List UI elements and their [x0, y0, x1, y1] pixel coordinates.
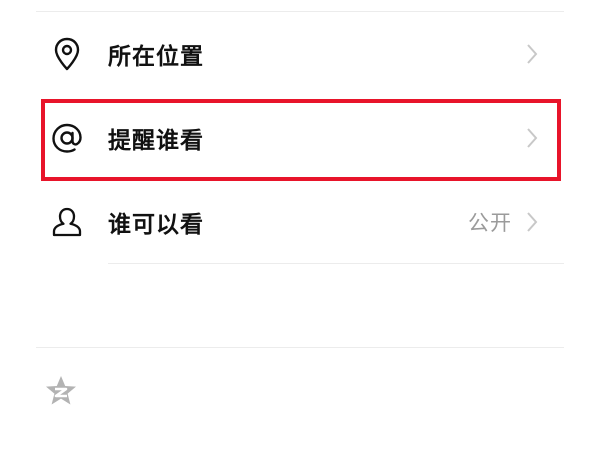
highlight-annotation-box: [41, 99, 561, 181]
visibility-value: 公开: [468, 211, 512, 235]
qzone-star-icon[interactable]: [44, 374, 78, 408]
post-options-screen: 所在位置 提醒谁看 谁可以看 公开: [0, 0, 600, 450]
who-can-see-label: 谁可以看: [108, 212, 204, 238]
bottom-divider: [36, 347, 564, 348]
person-icon: [50, 205, 84, 239]
location-label: 所在位置: [108, 44, 204, 70]
chevron-right-icon: [524, 42, 540, 66]
location-row[interactable]: 所在位置: [36, 22, 564, 86]
who-can-see-row[interactable]: 谁可以看 公开: [36, 190, 564, 254]
chevron-right-icon: [524, 210, 540, 234]
location-pin-icon: [50, 37, 84, 71]
section-divider: [108, 263, 564, 264]
top-divider: [36, 11, 564, 12]
